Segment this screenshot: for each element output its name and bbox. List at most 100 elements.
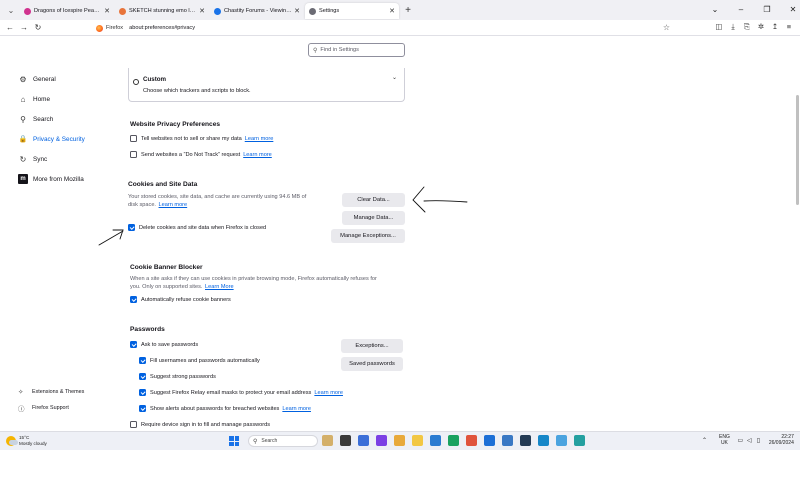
tab-close-icon[interactable]: ✕ (199, 7, 205, 15)
taskbar-app-icon[interactable] (574, 435, 585, 446)
tab-settings[interactable]: Settings ✕ (305, 3, 399, 19)
tab-close-icon[interactable]: ✕ (104, 7, 110, 15)
page-scrollbar[interactable] (796, 95, 799, 205)
pocket-icon[interactable]: ◫ (712, 22, 726, 32)
device-signin-checkbox[interactable] (130, 421, 137, 428)
do-not-sell-checkbox[interactable] (130, 135, 137, 142)
manage-exceptions-button[interactable]: Manage Exceptions... (331, 229, 405, 243)
taskbar-app-icon[interactable] (484, 435, 495, 446)
learn-more-link[interactable]: Learn More (205, 284, 234, 290)
custom-radio[interactable] (133, 79, 139, 85)
reload-icon[interactable]: ↻ (31, 21, 45, 35)
battery-icon[interactable]: ▯ (754, 437, 763, 444)
manage-data-button[interactable]: Manage Data... (342, 211, 405, 225)
delete-cookies-checkbox[interactable] (128, 224, 135, 231)
taskbar-app-icon[interactable] (412, 435, 423, 446)
privacy-settings-main: Custom Choose which trackers and scripts… (128, 37, 408, 431)
taskbar-app-icon[interactable] (502, 435, 513, 446)
help-icon: ⓘ (18, 406, 25, 413)
suggest-strong-row: Suggest strong passwords (139, 373, 216, 380)
annotation-arrow-clear-data (412, 186, 468, 213)
learn-more-link[interactable]: Learn more (159, 202, 188, 208)
breach-alerts-checkbox[interactable] (139, 405, 146, 412)
tab[interactable]: SKETCH stunning emo lady bu ✕ (115, 3, 209, 19)
sidebar-item-general[interactable]: ⚙ General (18, 69, 118, 89)
tray-overflow-chevron-icon[interactable]: ⌃ (700, 437, 709, 444)
taskbar-app-icon[interactable] (520, 435, 531, 446)
system-clock[interactable]: 22:27 26/09/2024 (769, 434, 794, 446)
toolbar-icons: ◫ ⤓ ⎘ ✲ ↥ ≡ (712, 22, 796, 32)
fill-auto-checkbox[interactable] (139, 357, 146, 364)
windows-start-icon[interactable] (229, 436, 239, 446)
mozilla-icon: m (18, 174, 28, 184)
password-exceptions-button[interactable]: Exceptions... (341, 339, 403, 353)
taskbar-app-icon[interactable] (538, 435, 549, 446)
screenshot-icon[interactable]: ⎘ (740, 22, 754, 32)
do-not-track-checkbox[interactable] (130, 151, 137, 158)
sidebar-item-sync[interactable]: ↻ Sync (18, 149, 118, 169)
taskbar-app-icon[interactable] (394, 435, 405, 446)
minimize-icon[interactable]: – (728, 5, 754, 14)
tab-close-icon[interactable]: ✕ (294, 7, 300, 15)
suggest-strong-checkbox[interactable] (139, 373, 146, 380)
chevron-down-icon[interactable]: ⌄ (392, 74, 397, 81)
sidebar-item-label: General (33, 75, 56, 83)
extensions-icon[interactable]: ✲ (754, 22, 768, 32)
tab-close-icon[interactable]: ✕ (389, 7, 395, 15)
sidebar-item-more-from-mozilla[interactable]: m More from Mozilla (18, 169, 118, 189)
lock-icon: 🔒 (18, 136, 28, 143)
back-arrow-icon[interactable]: ← (3, 21, 17, 35)
profile-icon[interactable]: ↥ (768, 22, 782, 32)
website-privacy-title: Website Privacy Preferences (130, 121, 221, 128)
taskbar-app-icon[interactable] (322, 435, 333, 446)
learn-more-link[interactable]: Learn more (282, 406, 311, 412)
restore-icon[interactable]: ❐ (754, 5, 780, 14)
learn-more-link[interactable]: Learn more (243, 152, 272, 158)
tab[interactable]: Dragons of Icespire Peak | Roll ✕ (20, 3, 114, 19)
home-icon: ⌂ (20, 94, 26, 104)
taskbar-app-icon[interactable] (466, 435, 477, 446)
saved-passwords-button[interactable]: Saved passwords (341, 357, 403, 371)
menu-hamburger-icon[interactable]: ≡ (782, 22, 796, 32)
bookmark-star-icon[interactable]: ☆ (663, 23, 670, 32)
taskbar-app-icon[interactable] (340, 435, 351, 446)
passwords-title: Passwords (130, 326, 165, 333)
taskbar-pinned-apps (322, 435, 592, 446)
learn-more-link[interactable]: Learn more (314, 390, 343, 396)
settings-gear-icon (309, 7, 316, 15)
relay-checkbox[interactable] (139, 389, 146, 396)
input-language[interactable]: ENG UK (719, 434, 730, 446)
tab[interactable]: Chastity Forums - Viewing pro ✕ (210, 3, 304, 19)
url-text[interactable]: about:preferences#privacy (129, 25, 195, 31)
volume-icon[interactable]: ◁ (745, 437, 754, 444)
close-window-icon[interactable]: ✕ (780, 5, 800, 14)
weather-widget[interactable]: 15°C Mostly cloudy (6, 435, 47, 446)
taskbar-app-icon[interactable] (376, 435, 387, 446)
sidebar-item-firefox-support[interactable]: ⓘ Firefox Support (18, 400, 84, 416)
sidebar-item-extensions-themes[interactable]: ✧ Extensions & Themes (18, 384, 84, 400)
custom-description: Choose which trackers and scripts to blo… (143, 88, 251, 94)
taskbar-search[interactable]: ⚲ Search (248, 435, 318, 447)
clear-data-button[interactable]: Clear Data... (342, 193, 405, 207)
refuse-banners-checkbox[interactable] (130, 296, 137, 303)
forward-arrow-icon[interactable]: → (17, 21, 31, 35)
sidebar-item-label: Sync (33, 155, 48, 163)
taskbar-app-icon[interactable] (358, 435, 369, 446)
tab-label: SKETCH stunning emo lady bu (129, 8, 197, 14)
taskbar-app-icon[interactable] (430, 435, 441, 446)
url-bar[interactable]: Firefox about:preferences#privacy ☆ (96, 22, 676, 34)
new-tab-plus-icon[interactable]: + (401, 3, 415, 17)
sidebar-item-search[interactable]: ⚲ Search (18, 109, 118, 129)
custom-tracking-option[interactable]: Custom Choose which trackers and scripts… (128, 68, 405, 102)
downloads-icon[interactable]: ⤓ (726, 22, 740, 32)
display-icon[interactable]: ▭ (736, 437, 745, 444)
taskbar-app-icon[interactable] (448, 435, 459, 446)
taskbar-app-icon[interactable] (556, 435, 567, 446)
tab-list-chevron-icon[interactable]: ⌄ (2, 1, 20, 19)
sidebar-item-privacy-security[interactable]: 🔒 Privacy & Security (18, 129, 118, 149)
sidebar-footer: ✧ Extensions & Themes ⓘ Firefox Support (18, 384, 84, 416)
sidebar-item-home[interactable]: ⌂ Home (18, 89, 118, 109)
tab-overflow-chevron-icon[interactable]: ⌄ (702, 5, 728, 14)
learn-more-link[interactable]: Learn more (245, 136, 274, 142)
ask-save-checkbox[interactable] (130, 341, 137, 348)
